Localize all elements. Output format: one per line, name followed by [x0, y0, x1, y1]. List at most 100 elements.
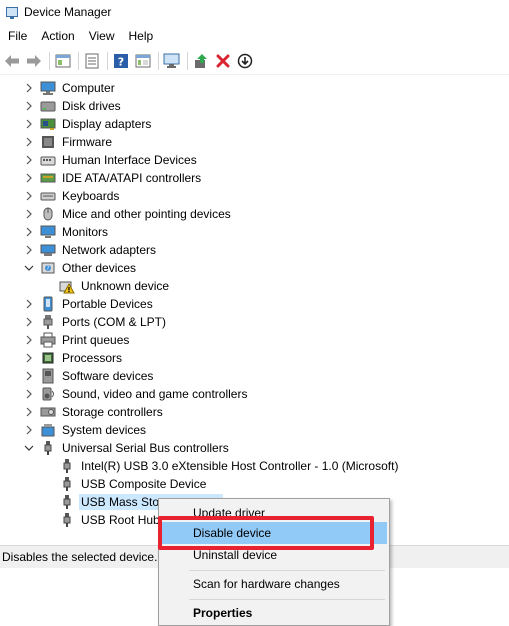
tree-category-item[interactable]: Keyboards [0, 187, 509, 205]
show-hide-console-tree-icon[interactable] [53, 51, 73, 71]
context-item-label: Properties [193, 606, 253, 620]
back-arrow-icon[interactable] [2, 51, 22, 71]
tree-item-label: Software devices [62, 369, 154, 383]
chevron-right-icon[interactable] [24, 155, 34, 165]
tree-item-label: Display adapters [62, 117, 152, 131]
tree-category-item[interactable]: Network adapters [0, 241, 509, 259]
tree-item-label: Intel(R) USB 3.0 eXtensible Host Control… [81, 459, 399, 473]
tree-item-label: Other devices [62, 261, 137, 275]
tree-item-label: Monitors [62, 225, 109, 239]
chevron-right-icon[interactable] [24, 245, 34, 255]
tree-category-item[interactable]: Universal Serial Bus controllers [0, 439, 509, 457]
red-highlight-box [158, 516, 374, 550]
forward-arrow-icon[interactable] [24, 51, 44, 71]
software-device-icon [40, 368, 56, 384]
context-menu-separator [189, 570, 385, 571]
menu-help[interactable]: Help [122, 29, 161, 43]
chevron-right-icon[interactable] [24, 227, 34, 237]
toolbar-separator [49, 52, 50, 70]
tree-item-label: USB Root Hub [81, 513, 160, 527]
tree-category-item[interactable]: Computer [0, 79, 509, 97]
tree-category-item[interactable]: Display adapters [0, 115, 509, 133]
toolbar-separator [78, 52, 79, 70]
usb-icon [59, 458, 75, 474]
ide-controller-icon [40, 170, 56, 186]
window-title: Device Manager [24, 5, 112, 19]
tree-category-item[interactable]: Disk drives [0, 97, 509, 115]
menu-file[interactable]: File [0, 29, 34, 43]
tree-category-item[interactable]: Software devices [0, 367, 509, 385]
tree-child-item[interactable]: Unknown device [0, 277, 509, 295]
help-icon[interactable]: ? [111, 51, 131, 71]
tree-category-item[interactable]: Mice and other pointing devices [0, 205, 509, 223]
toolbar-separator [158, 52, 159, 70]
chevron-right-icon[interactable] [24, 317, 34, 327]
chevron-right-icon[interactable] [24, 191, 34, 201]
computer-icon [40, 80, 56, 96]
chevron-right-icon[interactable] [24, 407, 34, 417]
context-item-properties[interactable]: Properties [161, 602, 387, 624]
toolbar-separator [107, 52, 108, 70]
tree-item-label: Mice and other pointing devices [62, 207, 231, 221]
properties-icon[interactable] [82, 51, 102, 71]
chevron-right-icon[interactable] [24, 137, 34, 147]
chevron-right-icon[interactable] [24, 353, 34, 363]
chevron-right-icon[interactable] [24, 101, 34, 111]
menu-view[interactable]: View [82, 29, 122, 43]
chevron-right-icon[interactable] [24, 209, 34, 219]
disable-icon[interactable] [235, 51, 255, 71]
tree-category-item[interactable]: IDE ATA/ATAPI controllers [0, 169, 509, 187]
tree-category-item[interactable]: Portable Devices [0, 295, 509, 313]
chevron-right-icon[interactable] [24, 335, 34, 345]
tree-category-item[interactable]: ? Other devices [0, 259, 509, 277]
tree-category-item[interactable]: Processors [0, 349, 509, 367]
tree-category-item[interactable]: System devices [0, 421, 509, 439]
monitor-icon [40, 224, 56, 240]
uninstall-icon[interactable] [213, 51, 233, 71]
chevron-right-icon[interactable] [24, 299, 34, 309]
tree-item-label: System devices [62, 423, 147, 437]
tree-item-label: Processors [62, 351, 123, 365]
context-item-scan-hardware[interactable]: Scan for hardware changes [161, 573, 387, 595]
chevron-right-icon[interactable] [24, 173, 34, 183]
tree-child-item[interactable]: Intel(R) USB 3.0 eXtensible Host Control… [0, 457, 509, 475]
chevron-down-icon[interactable] [24, 443, 34, 453]
toolbar: ? [0, 48, 509, 75]
scan-hardware-icon[interactable] [162, 51, 182, 71]
chevron-right-icon[interactable] [24, 371, 34, 381]
tree-category-item[interactable]: Print queues [0, 331, 509, 349]
tree-category-item[interactable]: Human Interface Devices [0, 151, 509, 169]
chevron-down-icon[interactable] [24, 263, 34, 273]
svg-text:?: ? [46, 265, 49, 272]
tree-category-item[interactable]: Monitors [0, 223, 509, 241]
menu-bar: File Action View Help [0, 26, 509, 46]
update-driver-icon[interactable] [191, 51, 211, 71]
tree-item-label: Sound, video and game controllers [62, 387, 248, 401]
system-device-icon [40, 422, 56, 438]
chevron-right-icon[interactable] [24, 425, 34, 435]
tree-category-item[interactable]: Ports (COM & LPT) [0, 313, 509, 331]
tree-item-label: Storage controllers [62, 405, 163, 419]
tree-category-item[interactable]: Sound, video and game controllers [0, 385, 509, 403]
processor-icon [40, 350, 56, 366]
menu-action[interactable]: Action [34, 29, 81, 43]
tree-category-item[interactable]: Storage controllers [0, 403, 509, 421]
network-adapter-icon [40, 242, 56, 258]
display-adapter-icon [40, 116, 56, 132]
disk-drive-icon [40, 98, 56, 114]
chevron-right-icon[interactable] [24, 119, 34, 129]
chevron-right-icon[interactable] [24, 83, 34, 93]
tree-item-label: Human Interface Devices [62, 153, 197, 167]
tree-category-item[interactable]: Firmware [0, 133, 509, 151]
tree-item-label: USB Composite Device [81, 477, 207, 491]
tree-item-label: Disk drives [62, 99, 121, 113]
tree-item-label: Computer [62, 81, 115, 95]
usb-icon [40, 440, 56, 456]
tree-child-item[interactable]: USB Composite Device [0, 475, 509, 493]
view-icon[interactable] [133, 51, 153, 71]
tree-item-label: Firmware [62, 135, 112, 149]
chevron-right-icon[interactable] [24, 389, 34, 399]
device-tree: Computer Disk drives Display adapters Firmw… [0, 79, 509, 529]
other-devices-icon: ? [40, 260, 56, 276]
device-manager-app-icon [6, 7, 18, 19]
